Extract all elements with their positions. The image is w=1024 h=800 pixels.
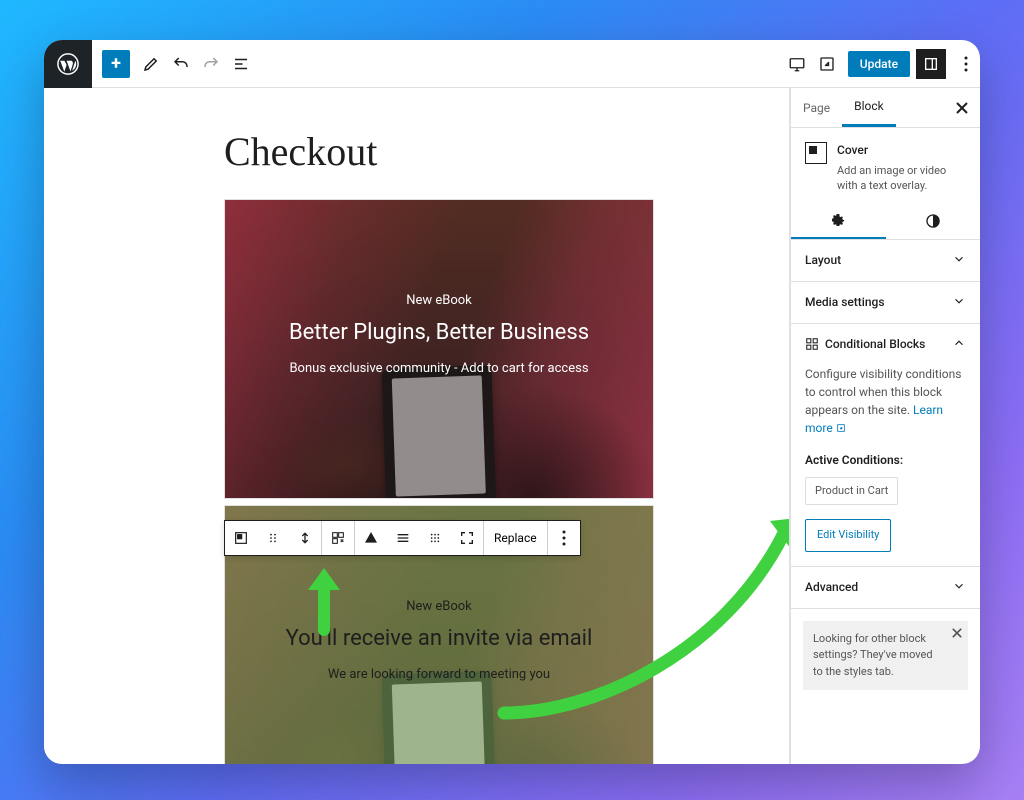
more-options-icon[interactable] xyxy=(952,46,980,82)
block-type-icon[interactable] xyxy=(225,521,257,555)
height-icon[interactable] xyxy=(419,521,451,555)
conditional-blocks-icon xyxy=(805,337,819,351)
chevron-down-icon xyxy=(952,579,966,596)
panel-layout[interactable]: Layout xyxy=(791,240,980,281)
update-button[interactable]: Update xyxy=(848,51,910,77)
panel-advanced[interactable]: Advanced xyxy=(791,567,980,608)
replace-media-button[interactable]: Replace xyxy=(484,521,547,555)
sidebar-tabs: Page Block xyxy=(791,88,980,128)
view-live-icon[interactable] xyxy=(812,46,842,82)
fullscreen-icon[interactable] xyxy=(451,521,483,555)
cover2-heading[interactable]: You'll receive an invite via email xyxy=(286,626,593,651)
dismiss-notice-icon[interactable] xyxy=(952,627,962,644)
settings-sidebar-toggle[interactable] xyxy=(916,49,946,79)
subtab-settings[interactable] xyxy=(791,204,886,239)
cover-block-1[interactable]: New eBook Better Plugins, Better Busines… xyxy=(224,199,654,499)
drag-handle-icon[interactable] xyxy=(257,521,289,555)
cover2-subtext[interactable]: We are looking forward to meeting you xyxy=(328,667,550,682)
editor-window: + Update Checkout New eBook xyxy=(44,40,980,764)
cover2-kicker[interactable]: New eBook xyxy=(406,599,472,614)
top-toolbar: + Update xyxy=(44,40,980,88)
undo-icon[interactable] xyxy=(166,46,196,82)
chevron-down-icon xyxy=(952,294,966,311)
styles-moved-notice: Looking for other block settings? They'v… xyxy=(803,621,968,691)
conditional-panel-body: Configure visibility conditions to contr… xyxy=(791,365,980,566)
cover1-subtext[interactable]: Bonus exclusive community - Add to cart … xyxy=(289,361,588,376)
cover1-heading[interactable]: Better Plugins, Better Business xyxy=(289,320,589,345)
panel-media-settings[interactable]: Media settings xyxy=(791,282,980,323)
wordpress-logo[interactable] xyxy=(44,40,92,88)
chevron-up-icon xyxy=(952,336,966,353)
tab-page[interactable]: Page xyxy=(791,88,842,127)
editor-canvas[interactable]: Checkout New eBook Better Plugins, Bette… xyxy=(44,88,790,764)
condition-tag[interactable]: Product in Cart xyxy=(805,477,898,506)
move-up-down-icon[interactable] xyxy=(289,521,321,555)
redo-icon[interactable] xyxy=(196,46,226,82)
edit-visibility-button[interactable]: Edit Visibility xyxy=(805,519,891,552)
active-conditions-label: Active Conditions: xyxy=(805,451,966,469)
block-more-options-icon[interactable] xyxy=(548,521,580,555)
subtab-styles[interactable] xyxy=(886,204,981,239)
block-name: Cover xyxy=(837,142,966,159)
conditional-blocks-icon[interactable] xyxy=(322,521,354,555)
block-description: Add an image or video with a text overla… xyxy=(837,163,966,194)
settings-sidebar: Page Block Cover Add an image or video w… xyxy=(790,88,980,764)
sidebar-subtabs xyxy=(791,204,980,240)
block-identity: Cover Add an image or video with a text … xyxy=(791,128,980,204)
device-preview-icon[interactable] xyxy=(782,46,812,82)
list-view-icon[interactable] xyxy=(226,46,256,82)
panel-conditional-blocks[interactable]: Conditional Blocks xyxy=(791,324,980,365)
close-sidebar-icon[interactable] xyxy=(952,98,972,118)
tab-block[interactable]: Block xyxy=(842,88,896,127)
page-title[interactable]: Checkout xyxy=(224,128,749,175)
edit-mode-icon[interactable] xyxy=(136,46,166,82)
cover1-kicker[interactable]: New eBook xyxy=(406,293,472,308)
add-block-button[interactable]: + xyxy=(102,50,130,78)
align-icon[interactable] xyxy=(387,521,419,555)
cover-block-icon xyxy=(805,142,827,164)
content-position-icon[interactable] xyxy=(355,521,387,555)
chevron-down-icon xyxy=(952,252,966,269)
block-toolbar: Replace xyxy=(224,520,581,556)
